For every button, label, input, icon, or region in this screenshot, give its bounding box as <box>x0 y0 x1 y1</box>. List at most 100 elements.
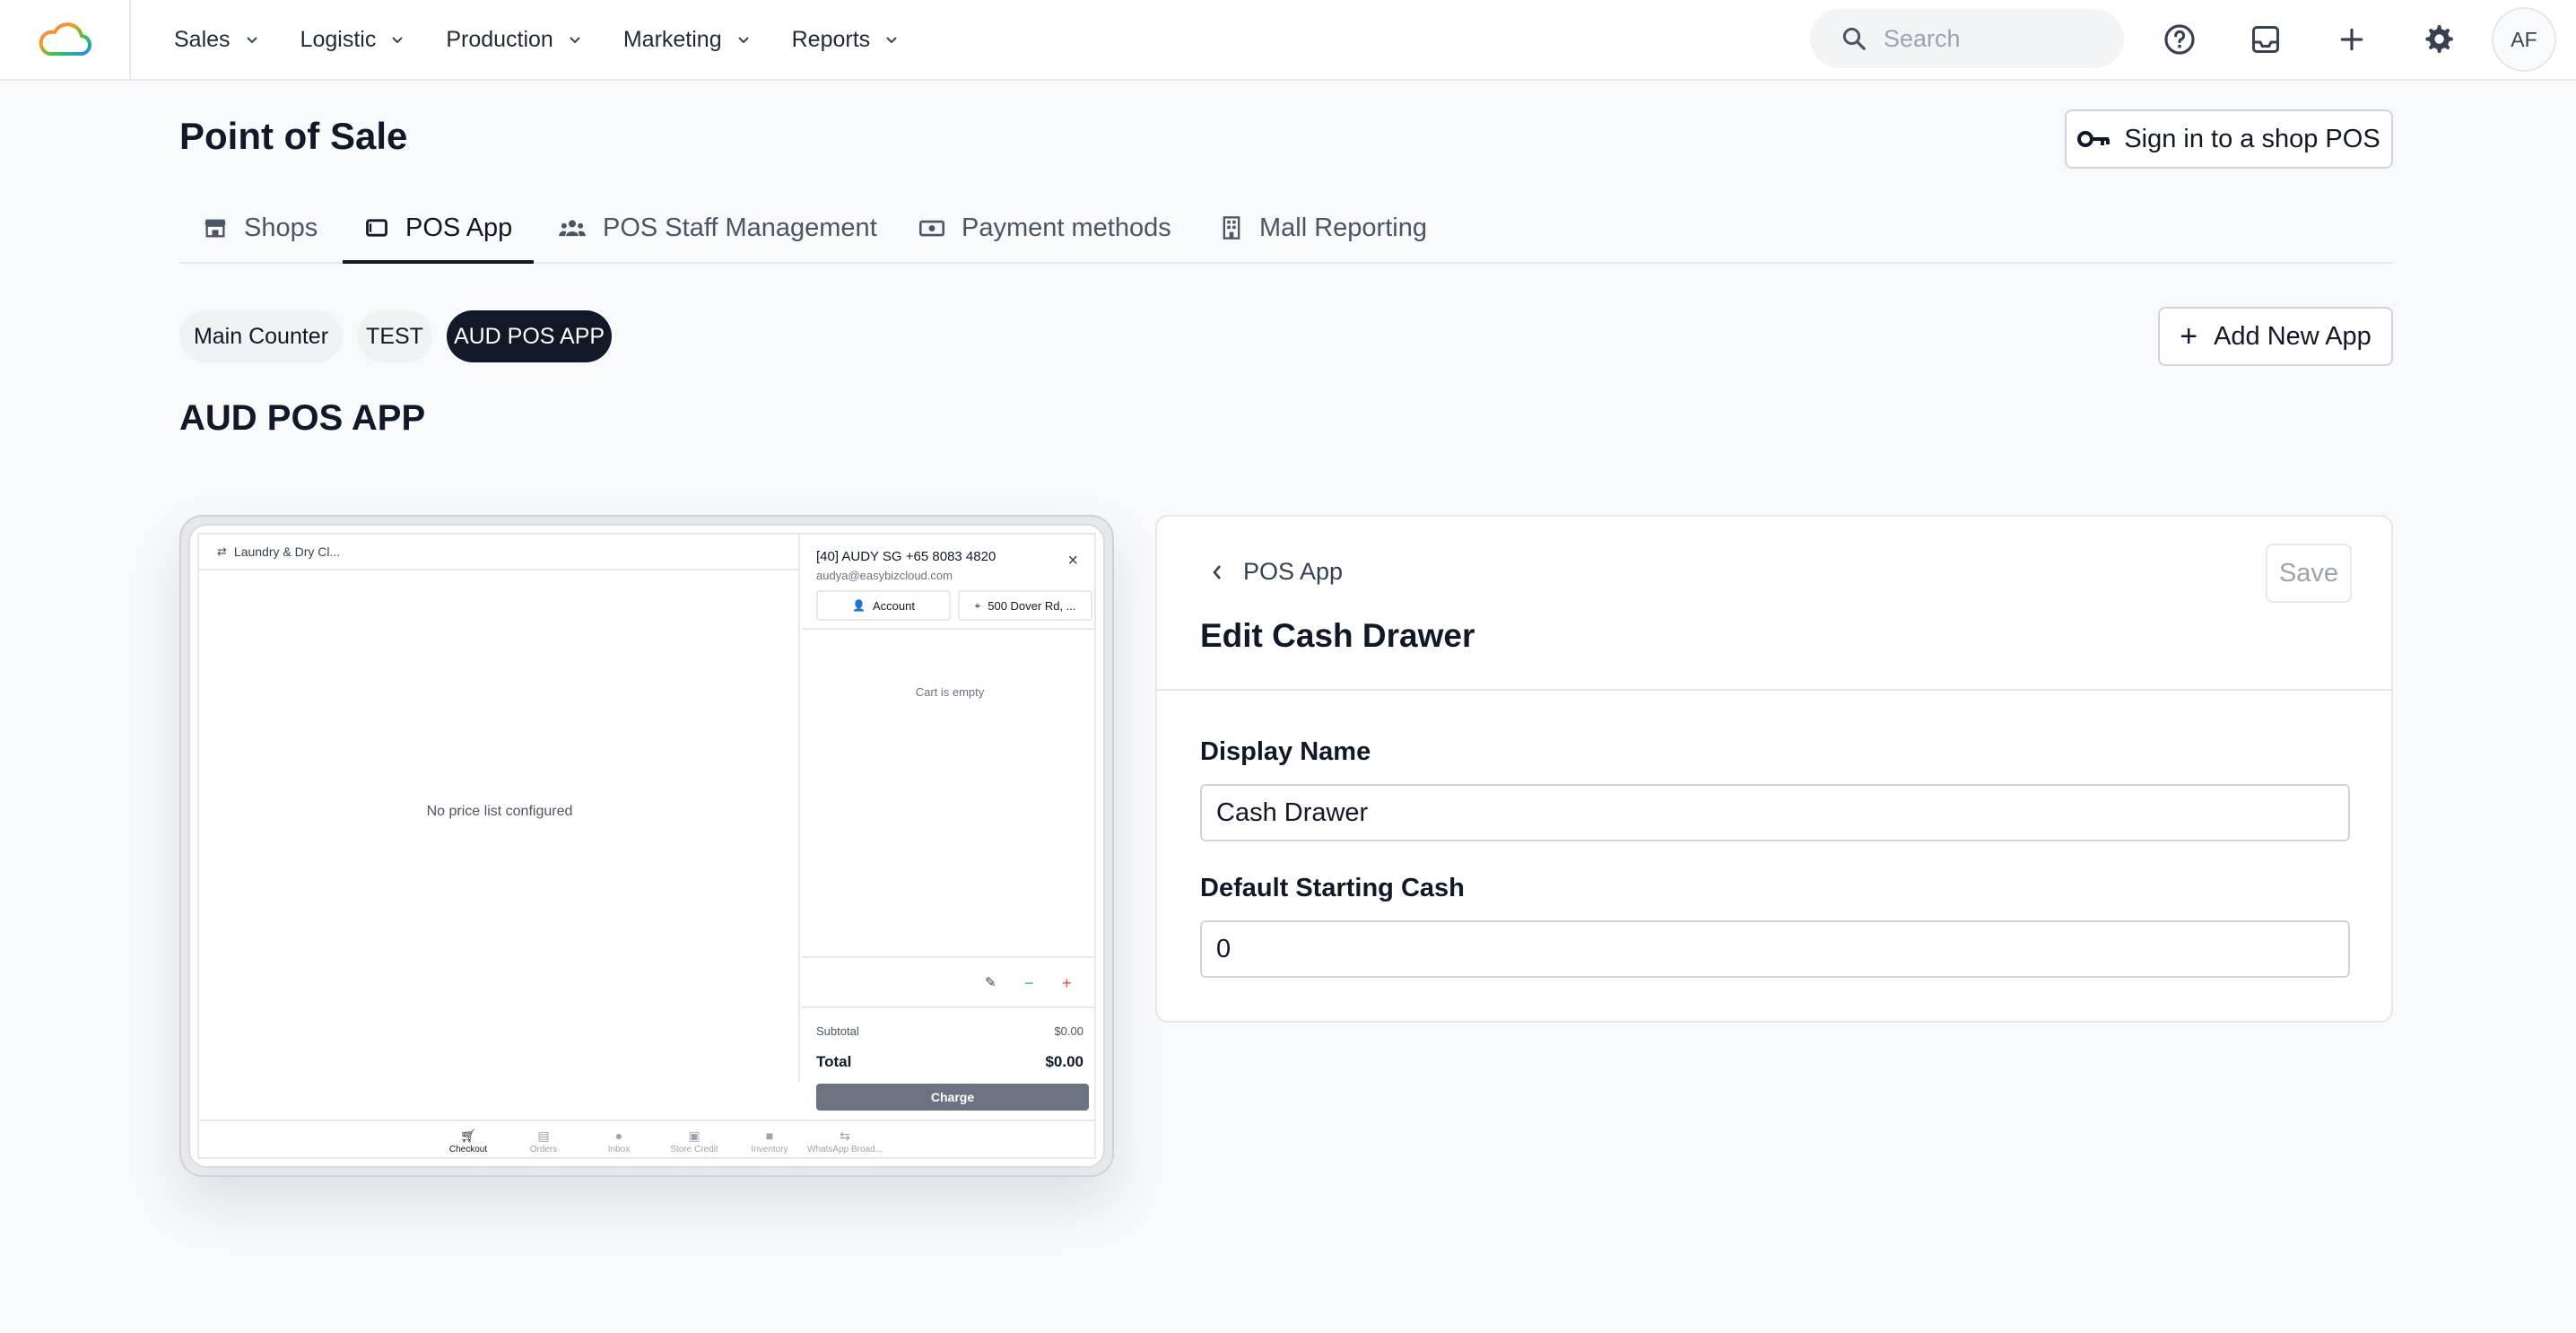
chevron-down-icon <box>570 37 580 44</box>
page-title: Point of Sale <box>179 115 408 157</box>
megaphone-icon: ⇆ <box>840 1128 850 1143</box>
bottom-nav-label: Inbox <box>607 1145 631 1154</box>
tab-label: POS Staff Management <box>603 213 877 242</box>
shop-name: Laundry & Dry Cl... <box>233 545 341 559</box>
pos-screen: ⇄ Laundry & Dry Cl... No price list conf… <box>197 533 1096 1159</box>
tablet-icon <box>366 219 387 237</box>
display-name-label: Display Name <box>1200 737 1371 766</box>
app-pill-aud-pos-app[interactable]: AUD POS APP <box>447 310 612 362</box>
divider <box>802 956 1094 958</box>
help-icon <box>2164 24 2195 55</box>
tab-label: Payment methods <box>962 213 1171 242</box>
tab-pos-staff-management[interactable]: POS Staff Management <box>558 205 877 264</box>
add-app-label: Add New App <box>2214 321 2371 351</box>
add-new-app-button[interactable]: + Add New App <box>2158 307 2393 366</box>
tab-label: Shops <box>244 213 318 242</box>
nav-label: Production <box>446 26 553 52</box>
nav-label: Marketing <box>622 26 722 52</box>
no-price-list-message: No price list configured <box>426 804 573 819</box>
switch-arrows-icon: ⇄ <box>217 545 227 558</box>
search-input[interactable] <box>1884 24 2117 53</box>
search-box[interactable] <box>1810 9 2124 68</box>
inbox-icon <box>2252 26 2279 53</box>
cart-pane: [40] AUDY SG +65 8083 4820 audya@easybiz… <box>802 535 1094 1111</box>
address-button[interactable]: ⌖ 500 Dover Rd, ... <box>958 590 1092 621</box>
nav-reports[interactable]: Reports <box>792 27 900 53</box>
search-icon <box>1842 27 1866 50</box>
tab-pos-app[interactable]: POS App <box>343 205 535 264</box>
bottom-nav-whatsapp-broadcast[interactable]: ⇆ WhatsApp Broad... <box>800 1128 890 1154</box>
pos-bottom-nav: 🛒︎ Checkout ▤ Orders ● Inbox ▣ Store Cre… <box>199 1120 1094 1157</box>
account-label: Account <box>872 598 915 613</box>
nav-label: Logistic <box>300 26 377 52</box>
settings-button[interactable] <box>2416 18 2459 61</box>
total-value: $0.00 <box>1045 1053 1083 1070</box>
default-starting-cash-input[interactable] <box>1200 920 2350 978</box>
nav-label: Reports <box>791 26 871 52</box>
back-to-pos-app-link[interactable]: POS App <box>1211 558 1343 586</box>
nav-sales[interactable]: Sales <box>174 27 259 53</box>
subtotal-value: $0.00 <box>1054 1024 1083 1038</box>
divider <box>802 1006 1094 1008</box>
back-label: POS App <box>1243 558 1344 585</box>
tab-mall-reporting[interactable]: Mall Reporting <box>1220 205 1427 264</box>
tab-shops[interactable]: Shops <box>203 205 318 264</box>
help-button[interactable] <box>2158 18 2201 61</box>
app-pill-main-counter[interactable]: Main Counter <box>179 310 343 362</box>
customer-email: audya@easybizcloud.com <box>816 569 953 582</box>
tab-bar: Shops POS App POS Staff Management Payme… <box>179 205 2393 264</box>
chevron-down-icon <box>246 37 257 44</box>
plus-icon <box>2340 28 2363 51</box>
gear-icon <box>2425 25 2453 53</box>
cloud-logo-icon <box>39 22 91 57</box>
charge-button[interactable]: Charge <box>816 1084 1089 1111</box>
key-icon <box>2077 131 2110 147</box>
building-icon <box>1223 216 1240 240</box>
bottom-nav-label: Orders <box>529 1145 558 1154</box>
chevron-down-icon <box>392 37 404 44</box>
edit-cash-drawer-card: POS App Edit Cash Drawer Save Display Na… <box>1155 515 2393 1023</box>
main-nav: Sales Logistic Production Marketing Repo… <box>174 0 940 79</box>
customer-name: [40] AUDY SG +65 8083 4820 <box>816 549 996 564</box>
bottom-nav-label: Checkout <box>448 1145 488 1154</box>
app-pill-test[interactable]: TEST <box>357 310 432 362</box>
cash-icon <box>919 220 944 237</box>
tablet-bezel: ⇄ Laundry & Dry Cl... No price list conf… <box>188 524 1105 1168</box>
sign-in-shop-pos-button[interactable]: Sign in to a shop POS <box>2065 109 2393 169</box>
chevron-down-icon <box>737 37 749 44</box>
app-logo[interactable] <box>0 0 131 79</box>
bottom-nav-label: Inventory <box>751 1145 788 1154</box>
bottom-nav-label: Store Credit <box>670 1145 718 1154</box>
cart-empty-message: Cart is empty <box>915 685 985 699</box>
nav-production[interactable]: Production <box>446 27 582 53</box>
plus-icon: + <box>2180 319 2198 353</box>
tab-label: POS App <box>405 213 513 242</box>
save-button[interactable]: Save <box>2266 544 2352 603</box>
note-icon[interactable]: ✎ <box>985 974 996 990</box>
user-cog-icon: 👤 <box>852 599 866 612</box>
minus-icon[interactable]: − <box>1024 974 1034 993</box>
chevron-left-icon <box>1213 564 1221 579</box>
close-icon[interactable]: × <box>1067 551 1078 571</box>
plus-icon[interactable]: + <box>1062 974 1072 993</box>
card-title: Edit Cash Drawer <box>1200 617 1475 654</box>
top-bar: Sales Logistic Production Marketing Repo… <box>0 0 2576 81</box>
store-icon <box>205 219 226 238</box>
card-header: POS App Edit Cash Drawer Save <box>1157 517 2391 691</box>
account-button[interactable]: 👤 Account <box>816 590 951 621</box>
default-starting-cash-label: Default Starting Cash <box>1200 874 1465 902</box>
display-name-input[interactable] <box>1200 784 2350 841</box>
product-pane: ⇄ Laundry & Dry Cl... No price list conf… <box>199 535 800 1082</box>
nav-marketing[interactable]: Marketing <box>623 27 751 53</box>
chevron-down-icon <box>886 37 897 44</box>
map-pin-icon: ⌖ <box>974 598 981 612</box>
divider <box>802 628 1094 630</box>
add-button[interactable] <box>2330 18 2373 61</box>
subtotal-label: Subtotal <box>816 1024 859 1038</box>
tab-payment-methods[interactable]: Payment methods <box>918 205 1171 264</box>
inbox-button[interactable] <box>2244 18 2287 61</box>
bottom-nav-label: WhatsApp Broad... <box>807 1145 883 1154</box>
user-avatar[interactable]: AF <box>2492 7 2556 72</box>
nav-logistic[interactable]: Logistic <box>300 27 405 53</box>
shop-switcher[interactable]: ⇄ Laundry & Dry Cl... <box>199 535 798 571</box>
